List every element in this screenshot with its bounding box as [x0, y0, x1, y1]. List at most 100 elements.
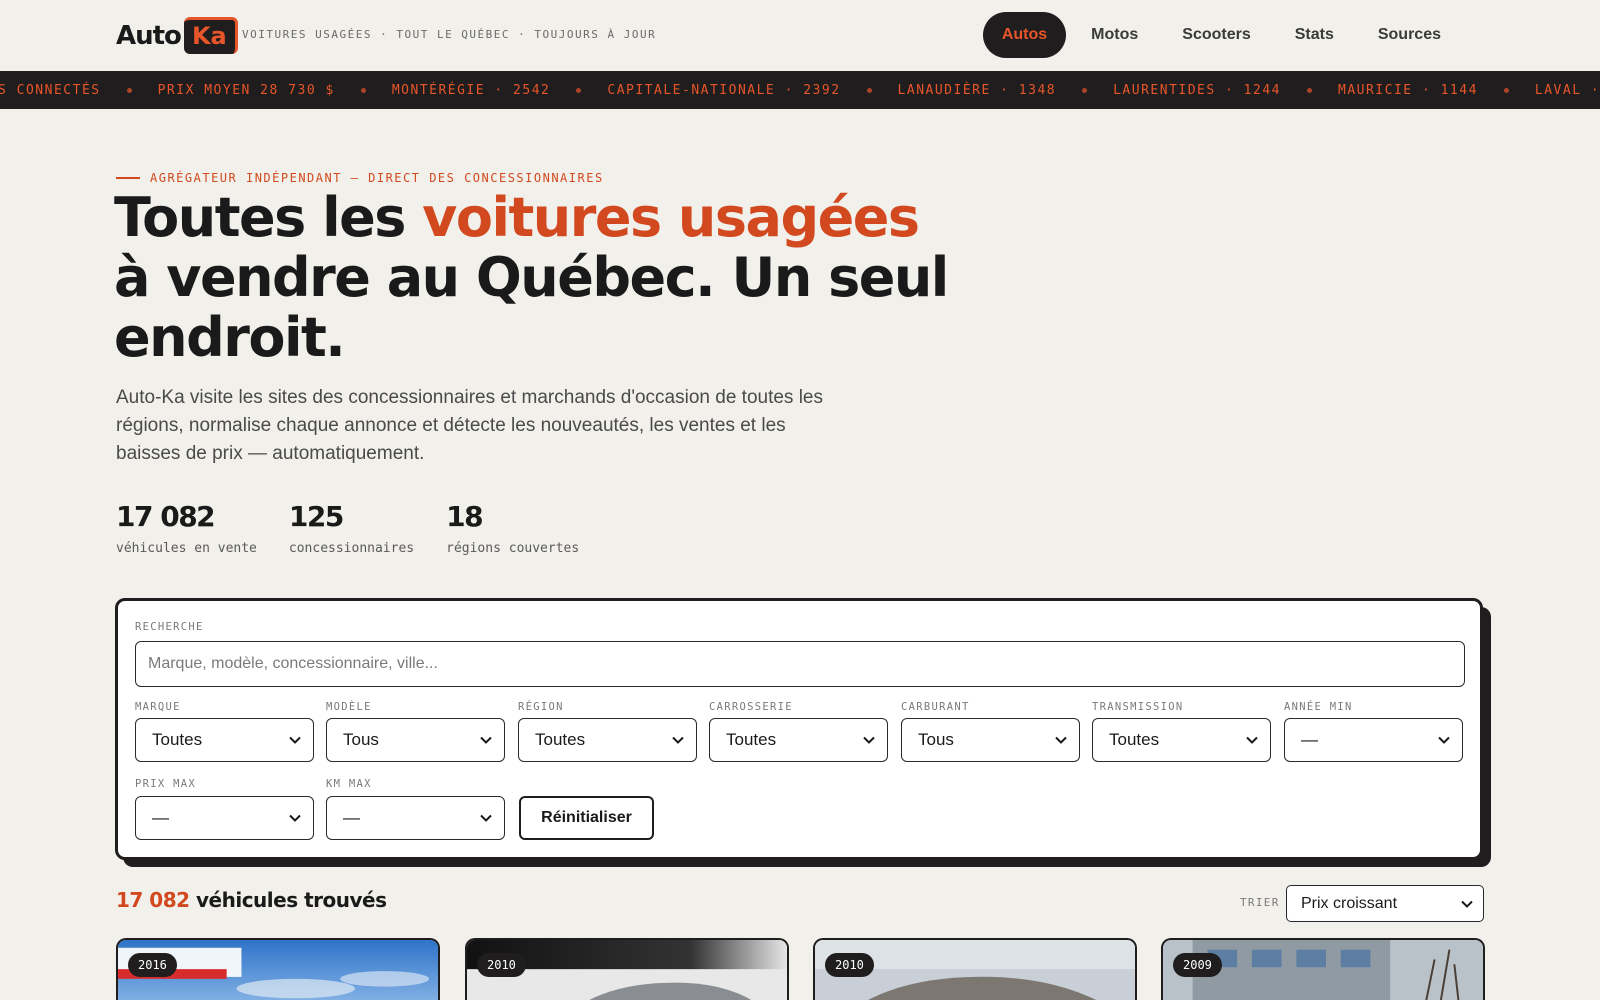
search-panel: RECHERCHE MARQUE Toutes MODÈLE Tous RÉGI… — [115, 598, 1483, 860]
ticker-separator — [360, 88, 366, 93]
hero-title-end: à vendre au Québec. Un seul endroit. — [114, 246, 949, 369]
filter-modele-select[interactable]: Tous — [326, 718, 505, 762]
ticker-item: MAURICIE · 1144 — [1338, 83, 1478, 98]
filter-label-carrosserie: CARROSSERIE — [709, 701, 793, 713]
ticker-item: CAPITALE-NATIONALE · 2392 — [607, 83, 841, 98]
nav-stats[interactable]: Stats — [1276, 12, 1353, 58]
vehicle-card[interactable]: 2010 — [813, 938, 1137, 1000]
hero-description: Auto-Ka visite les sites des concessionn… — [116, 387, 823, 464]
select-value: Toutes — [535, 730, 586, 749]
nav-sources[interactable]: Sources — [1359, 12, 1460, 58]
select-value: Toutes — [726, 730, 777, 749]
chevron-down-icon — [480, 734, 492, 746]
ticker-separator — [1503, 88, 1509, 93]
chevron-down-icon — [1055, 734, 1067, 746]
nav-autos[interactable]: Autos — [982, 12, 1067, 58]
stat-label: concessionnaires — [288, 541, 415, 556]
chevron-down-icon — [672, 734, 684, 746]
filter-marque-select[interactable]: Toutes — [135, 718, 314, 762]
filter-label-transmission: TRANSMISSION — [1092, 701, 1184, 713]
search-input[interactable] — [135, 641, 1465, 687]
stats-ticker: S CONNECTÉS PRIX MOYEN 28 730 $ MONTÉRÉG… — [0, 71, 1600, 109]
select-value: Prix croissant — [1301, 894, 1398, 912]
ticker-item: LAURENTIDES · 1244 — [1113, 83, 1281, 98]
chevron-down-icon — [1438, 734, 1450, 746]
reset-filters-button[interactable]: Réinitialiser — [519, 796, 654, 840]
filter-label-prix-max: PRIX MAX — [135, 778, 196, 790]
site-logo[interactable]: Auto Ka — [116, 17, 238, 54]
stat-value: 17 082 — [116, 500, 216, 533]
ticker-item: S CONNECTÉS — [0, 83, 101, 98]
results-count-number: 17 082 — [116, 888, 190, 912]
vehicle-card[interactable]: 2010 — [465, 938, 789, 1000]
stat-label: véhicules en vente — [116, 541, 257, 556]
filter-carrosserie-select[interactable]: Toutes — [709, 718, 888, 762]
nav-scooters[interactable]: Scooters — [1163, 12, 1269, 58]
chevron-down-icon — [480, 812, 492, 824]
hero-title-accent: voitures usagées — [422, 186, 920, 249]
ticker-item: MONTÉRÉGIE · 2542 — [391, 83, 551, 98]
select-value: — — [1301, 730, 1318, 749]
vehicle-card[interactable]: 2009 — [1161, 938, 1485, 1000]
filter-label-marque: MARQUE — [135, 701, 181, 713]
main-nav: Autos Motos Scooters Stats Sources — [982, 12, 1460, 58]
ticker-item: LANAUDIÈRE · 1348 — [897, 83, 1057, 98]
filter-label-region: RÉGION — [518, 701, 564, 713]
stat-value: 125 — [288, 500, 344, 533]
filter-transmission-select[interactable]: Toutes — [1092, 718, 1271, 762]
filter-label-annee-min: ANNÉE MIN — [1284, 701, 1353, 713]
sort-select[interactable]: Prix croissant — [1286, 885, 1484, 922]
ticker-separator — [576, 88, 582, 93]
select-value: — — [152, 808, 169, 827]
filter-prix-max-select[interactable]: — — [135, 796, 314, 840]
select-value: Toutes — [152, 730, 203, 749]
filter-carburant-select[interactable]: Tous — [901, 718, 1080, 762]
logo-text: Auto — [116, 20, 182, 51]
year-badge: 2010 — [825, 953, 874, 977]
ticker-item: PRIX MOYEN 28 730 $ — [157, 83, 335, 98]
year-badge: 2016 — [128, 953, 177, 977]
hero-eyebrow: AGRÉGATEUR INDÉPENDANT — DIRECT DES CONC… — [116, 171, 604, 185]
hero-title-start: Toutes les — [114, 186, 423, 249]
year-badge: 2010 — [477, 953, 526, 977]
stat-vehicles: 17 082 véhicules en vente — [116, 500, 257, 556]
select-value: Tous — [918, 730, 954, 749]
filter-region-select[interactable]: Toutes — [518, 718, 697, 762]
results-count: 17 082 véhicules trouvés — [116, 888, 387, 912]
ticker-separator — [126, 88, 132, 93]
stat-regions: 18 régions couvertes — [446, 500, 579, 556]
site-tagline: VOITURES USAGÉES · TOUT LE QUÉBEC · TOUJ… — [242, 28, 657, 41]
year-badge: 2009 — [1173, 953, 1222, 977]
select-value: Toutes — [1109, 730, 1160, 749]
stat-label: régions couvertes — [446, 541, 580, 556]
search-label: RECHERCHE — [135, 621, 204, 633]
ticker-track: S CONNECTÉS PRIX MOYEN 28 730 $ MONTÉRÉG… — [0, 83, 1600, 98]
hero-stats: 17 082 véhicules en vente 125 concession… — [116, 500, 579, 556]
sort-label: TRIER — [1240, 896, 1280, 909]
eyebrow-dash — [116, 177, 140, 179]
filter-label-km-max: KM MAX — [326, 778, 372, 790]
filter-km-max-select[interactable]: — — [326, 796, 505, 840]
select-value: — — [343, 808, 360, 827]
chevron-down-icon — [1461, 898, 1473, 910]
eyebrow-text: AGRÉGATEUR INDÉPENDANT — DIRECT DES CONC… — [150, 171, 604, 185]
ticker-separator — [1307, 88, 1312, 93]
filter-annee-min-select[interactable]: — — [1284, 718, 1463, 762]
chevron-down-icon — [289, 734, 301, 746]
site-header: Auto Ka VOITURES USAGÉES · TOUT LE QUÉBE… — [0, 0, 1600, 71]
vehicle-card[interactable]: 2016 — [116, 938, 440, 1000]
chevron-down-icon — [1246, 734, 1258, 746]
nav-motos[interactable]: Motos — [1072, 12, 1157, 58]
stat-value: 18 — [446, 500, 483, 533]
filter-label-modele: MODÈLE — [326, 701, 372, 713]
filter-label-carburant: CARBURANT — [901, 701, 970, 713]
ticker-item: LAVAL · 1023 — [1534, 83, 1600, 98]
results-count-suffix: véhicules trouvés — [189, 888, 387, 912]
logo-badge: Ka — [183, 17, 238, 54]
ticker-separator — [866, 88, 872, 93]
hero-title: Toutes les voitures usagées à vendre au … — [114, 188, 954, 368]
chevron-down-icon — [289, 812, 301, 824]
chevron-down-icon — [863, 734, 875, 746]
ticker-separator — [1082, 88, 1088, 93]
select-value: Tous — [343, 730, 379, 749]
